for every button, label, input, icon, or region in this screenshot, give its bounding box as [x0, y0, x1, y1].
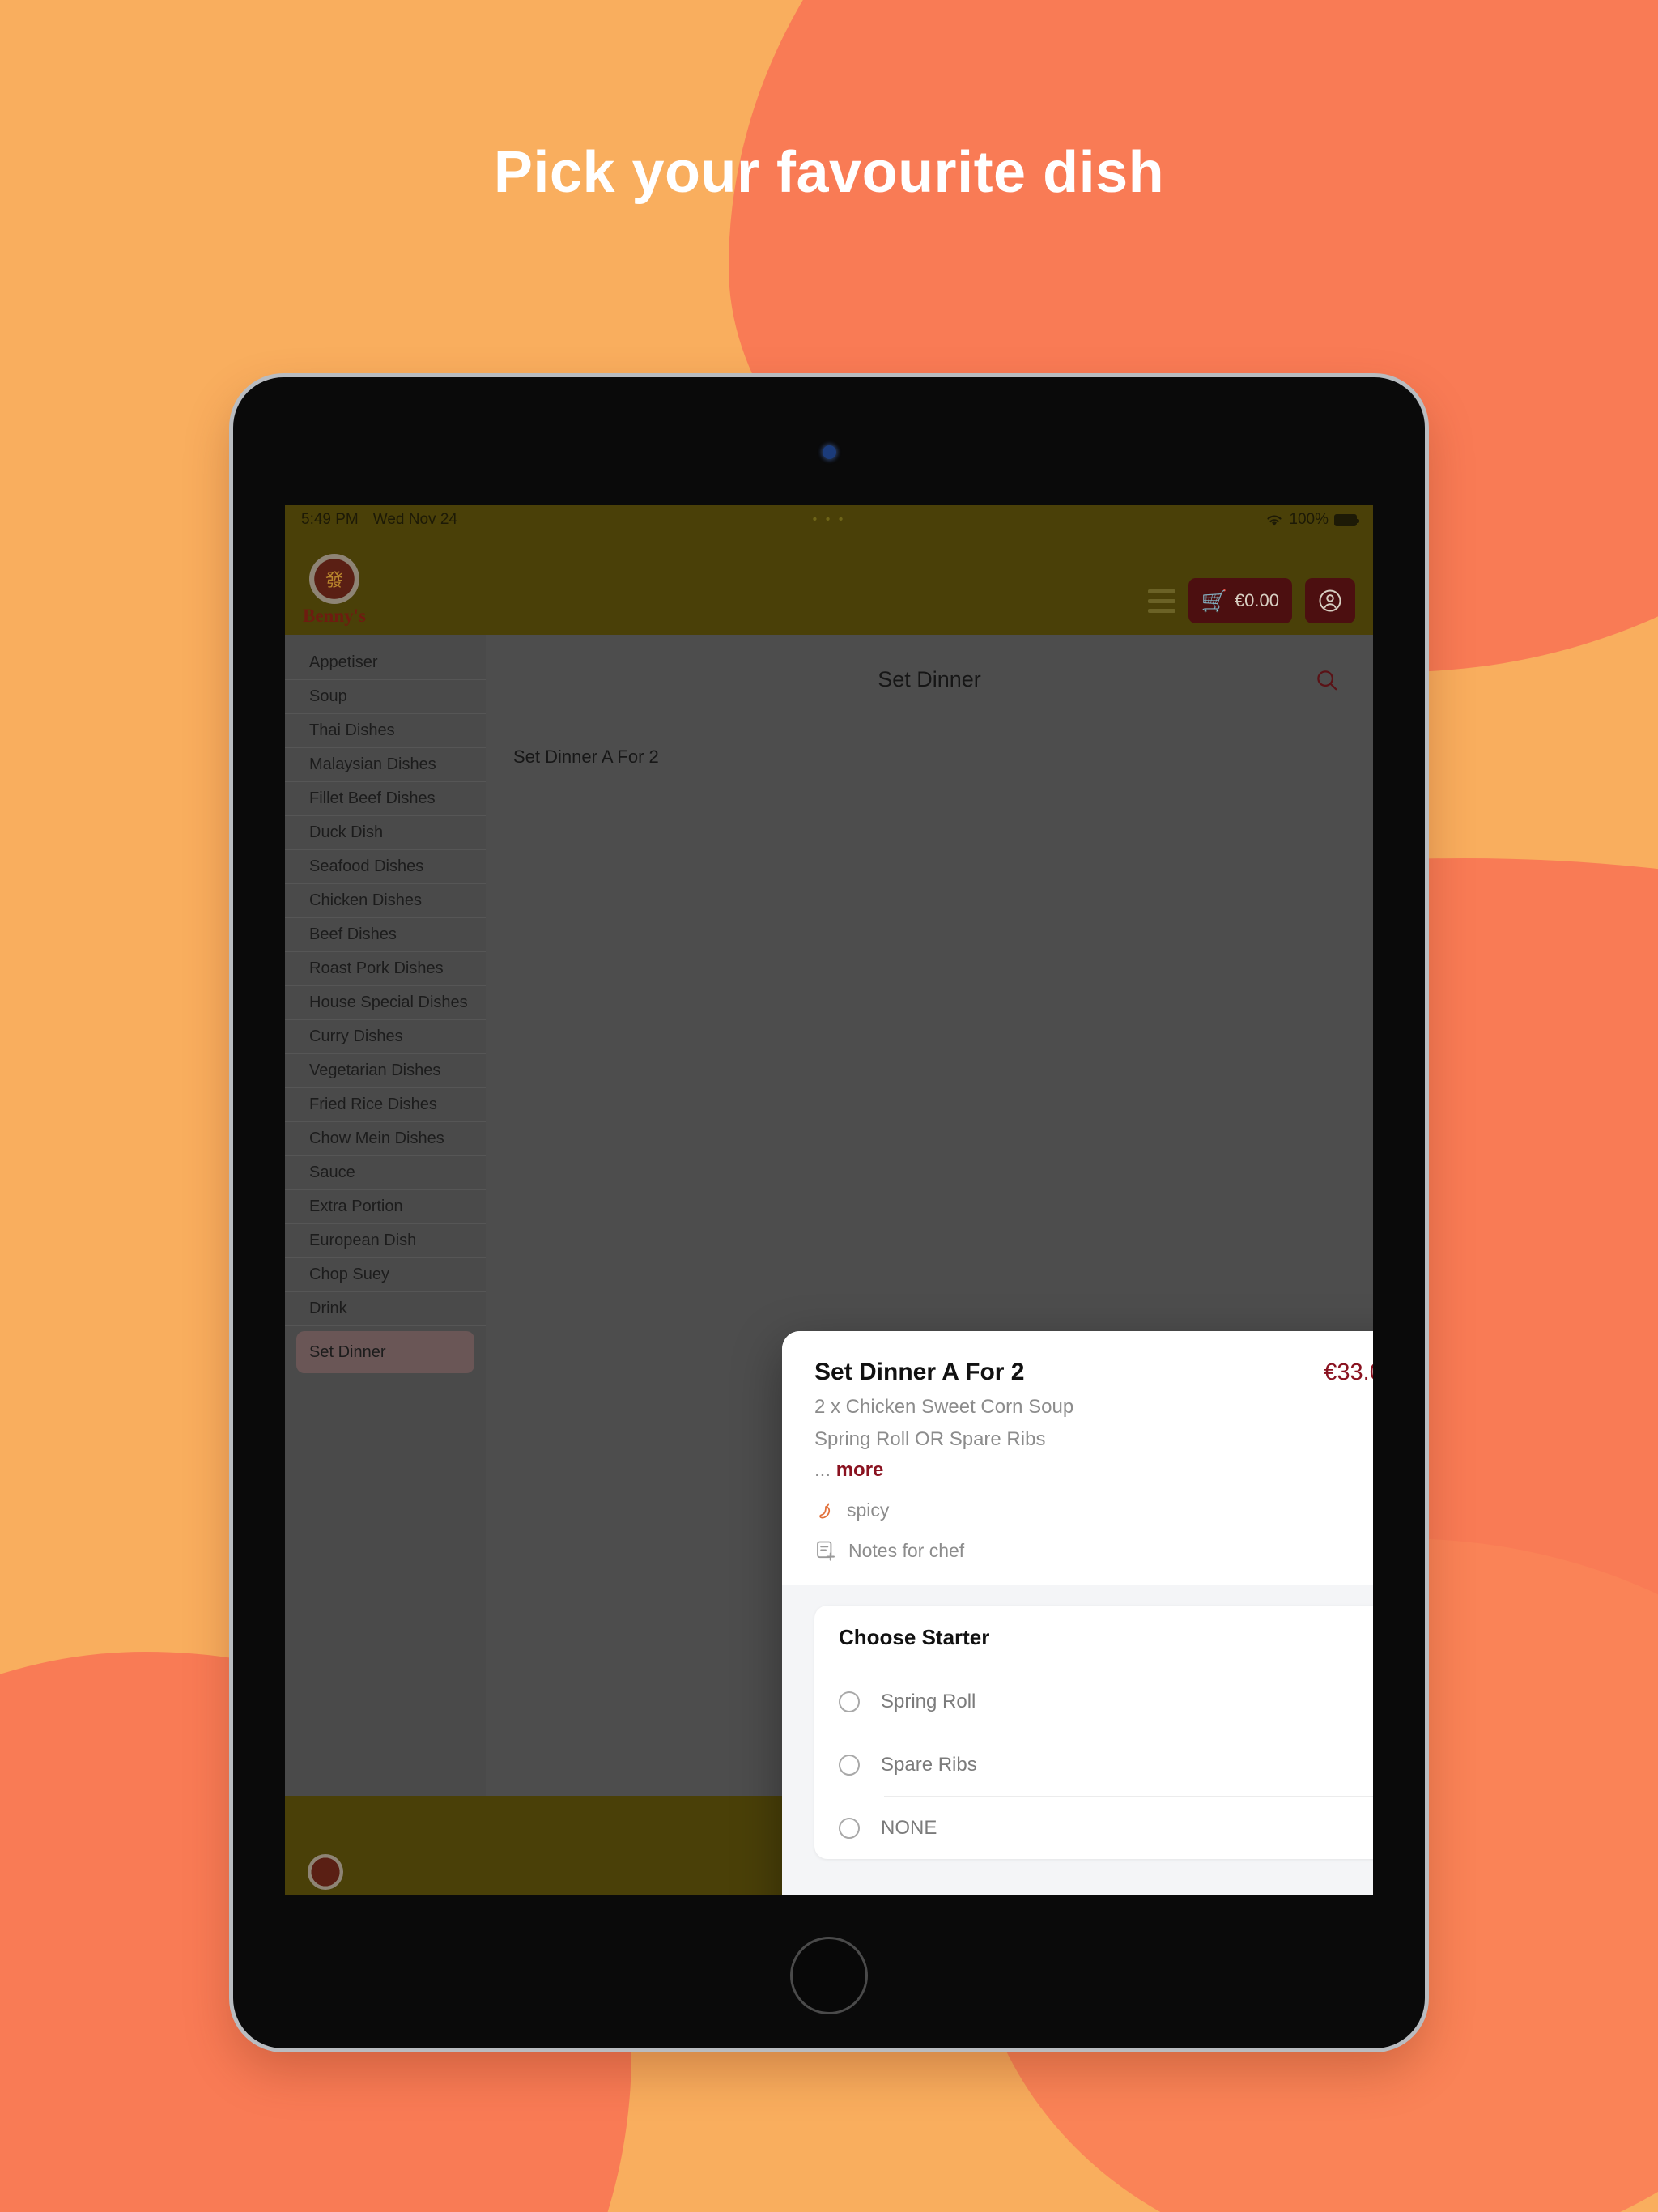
ellipsis: ... [814, 1459, 831, 1481]
modal-description-line: Spring Roll OR Spare Ribs [814, 1428, 1046, 1450]
radio-icon[interactable] [839, 1691, 860, 1712]
option-label: Spare Ribs [881, 1753, 977, 1776]
tablet-screen: 5:49 PM Wed Nov 24 • • • 100% 發 Benny's … [285, 505, 1373, 1895]
modal-header: Set Dinner A For 2 €33.00 2 x Chicken Sw… [782, 1331, 1373, 1585]
spicy-row: spicy [814, 1499, 1373, 1521]
option-row-none[interactable]: NONE [814, 1797, 1373, 1859]
dish-detail-modal: Set Dinner A For 2 €33.00 2 x Chicken Sw… [782, 1331, 1373, 1895]
home-button[interactable] [790, 1937, 868, 2014]
promo-screenshot: Pick your favourite dish 5:49 PM Wed Nov… [0, 0, 1658, 2212]
radio-icon[interactable] [839, 1754, 860, 1776]
front-camera-icon [823, 445, 836, 459]
notes-for-chef-row[interactable]: Notes for chef [814, 1539, 1373, 1562]
option-row-spare-ribs[interactable]: Spare Ribs [814, 1733, 1373, 1796]
modal-description-line: 2 x Chicken Sweet Corn Soup [814, 1396, 1074, 1418]
modal-title: Set Dinner A For 2 [814, 1359, 1025, 1385]
radio-icon[interactable] [839, 1817, 860, 1839]
option-group-choose-starter: Choose Starter Spring Roll Spare Ribs NO… [814, 1606, 1373, 1859]
spicy-label: spicy [847, 1499, 890, 1521]
option-label: Spring Roll [881, 1690, 976, 1712]
notes-for-chef-label: Notes for chef [848, 1539, 965, 1561]
note-add-icon [817, 1541, 835, 1561]
modal-price: €33.00 [1324, 1359, 1373, 1385]
modal-title-row: Set Dinner A For 2 €33.00 [814, 1359, 1373, 1386]
modal-body: Choose Starter Spring Roll Spare Ribs NO… [782, 1585, 1373, 1895]
option-row-spring-roll[interactable]: Spring Roll [814, 1670, 1373, 1733]
page-title: Pick your favourite dish [493, 140, 1165, 205]
modal-more-row[interactable]: ... more [814, 1459, 1373, 1482]
chili-pepper-icon [819, 1502, 831, 1519]
more-link[interactable]: more [836, 1459, 884, 1481]
option-label: NONE [881, 1816, 937, 1839]
option-group-title: Choose Starter [814, 1606, 1373, 1670]
